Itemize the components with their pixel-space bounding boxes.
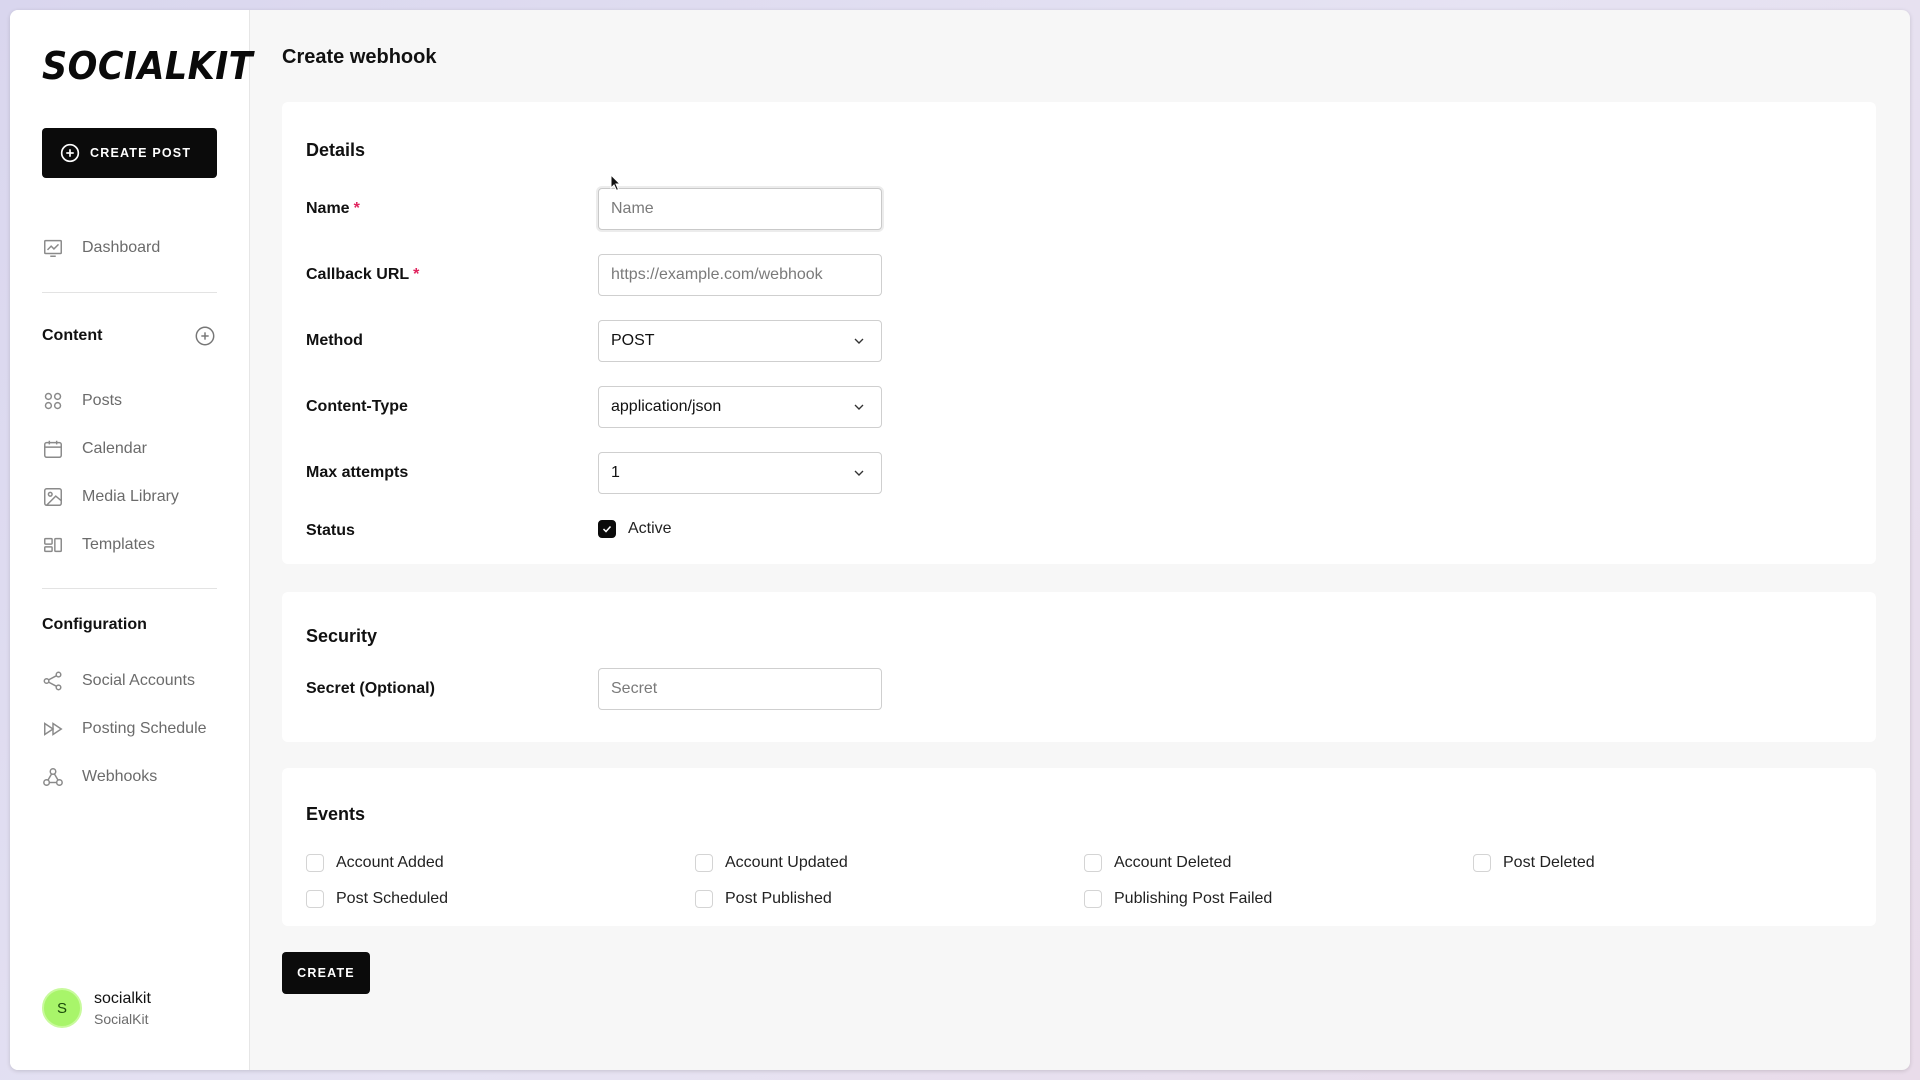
image-icon [44,488,62,506]
chevron-down-icon [854,404,864,410]
share-icon [43,671,62,691]
create-button[interactable]: CREATE [282,952,370,994]
method-label: Method [306,332,363,349]
chart-icon [44,239,62,257]
sidebar-item-webhooks[interactable]: Webhooks [42,766,157,788]
checkbox[interactable] [1084,890,1102,908]
checkbox-label: Account Deleted [1114,854,1232,871]
avatar: S [42,988,82,1028]
event-account-deleted[interactable]: Account Deleted [1084,854,1231,872]
sidebar-item-label: Dashboard [82,239,161,256]
grid-icon [44,392,62,410]
events-card: Events Account Added Account Updated Acc… [282,768,1876,926]
sidebar-item-calendar[interactable]: Calendar [42,438,147,460]
checkbox[interactable] [1084,854,1102,872]
details-title: Details [306,140,366,160]
add-content-icon[interactable] [194,325,216,347]
templates-icon [44,537,62,553]
name-input[interactable] [598,188,882,230]
callback-url-label-text: Callback URL [306,266,410,283]
check-icon [602,525,612,533]
sidebar-divider [42,292,217,293]
method-value: POST [611,332,655,349]
sidebar: SOCIALKIT CREATE POST Dashboard Content … [10,10,253,1070]
method-select[interactable]: POST [598,320,882,362]
events-title: Events [306,804,366,824]
sidebar-item-label: Webhooks [82,768,158,785]
max-attempts-label: Max attempts [306,464,409,481]
sidebar-item-media-library[interactable]: Media Library [42,486,179,508]
checkbox-label: Publishing Post Failed [1114,890,1273,907]
calendar-icon [44,440,62,458]
webhook-icon [43,768,63,786]
name-label: Name * [306,200,360,218]
checkbox[interactable] [598,520,616,538]
user-org: SocialKit [94,1010,149,1027]
required-mark: * [413,266,420,283]
create-post-button[interactable]: CREATE POST [42,128,217,178]
configuration-heading: Configuration [42,616,147,633]
app-logo[interactable]: SOCIALKIT [42,44,253,88]
checkbox-label: Active [628,520,672,537]
required-mark: * [353,200,360,217]
sidebar-item-posts[interactable]: Posts [42,390,122,412]
sidebar-item-social-accounts[interactable]: Social Accounts [42,670,195,692]
event-post-deleted[interactable]: Post Deleted [1473,854,1595,872]
checkbox-label: Post Scheduled [336,890,449,907]
secret-label: Secret (Optional) [306,680,435,697]
name-label-text: Name [306,200,350,217]
content-type-select[interactable]: application/json [598,386,882,428]
checkbox[interactable] [695,890,713,908]
mouse-cursor-icon [610,174,622,192]
max-attempts-value: 1 [611,464,620,481]
event-account-updated[interactable]: Account Updated [695,854,848,872]
content-type-label: Content-Type [306,398,408,415]
checkbox[interactable] [306,890,324,908]
checkbox-label: Account Updated [725,854,848,871]
page-title: Create webhook [282,46,437,68]
content-heading: Content [42,327,103,344]
checkbox-label: Post Deleted [1503,854,1595,871]
callback-url-input[interactable] [598,254,882,296]
create-post-label: CREATE POST [90,146,192,160]
callback-url-label: Callback URL * [306,266,419,284]
chevron-down-icon [854,470,864,476]
secret-input[interactable] [598,668,882,710]
security-card: Security Secret (Optional) [282,592,1876,742]
event-account-added[interactable]: Account Added [306,854,444,872]
content-type-value: application/json [611,398,722,415]
user-profile[interactable]: S socialkit SocialKit [42,988,151,1028]
user-info: socialkit SocialKit [94,990,151,1027]
main-content: Create webhook Details Name* Callback UR… [250,10,1910,1070]
sidebar-item-label: Posting Schedule [82,720,207,737]
sidebar-item-label: Social Accounts [82,672,195,689]
sidebar-item-templates[interactable]: Templates [42,534,155,556]
sidebar-item-dashboard[interactable]: Dashboard [42,237,160,259]
checkbox[interactable] [1473,854,1491,872]
sidebar-item-label: Posts [82,392,123,409]
status-active-checkbox[interactable]: Active [598,520,672,538]
status-label: Status [306,522,355,539]
checkbox-label: Post Published [725,890,832,907]
checkbox[interactable] [306,854,324,872]
fast-forward-icon [44,722,63,736]
checkbox[interactable] [695,854,713,872]
sidebar-item-label: Calendar [82,440,147,457]
details-card: Details Name* Callback URL* Method POST … [282,102,1876,564]
event-post-scheduled[interactable]: Post Scheduled [306,890,448,908]
sidebar-item-label: Templates [82,536,155,553]
plus-circle-icon [60,143,80,163]
sidebar-divider [42,588,217,589]
event-publishing-post-failed[interactable]: Publishing Post Failed [1084,890,1272,908]
sidebar-item-label: Media Library [82,488,179,505]
security-title: Security [306,626,378,646]
user-name: socialkit [94,989,151,1007]
chevron-down-icon [854,338,864,344]
sidebar-item-posting-schedule[interactable]: Posting Schedule [42,718,207,740]
app-window: SOCIALKIT CREATE POST Dashboard Content … [10,10,1910,1070]
max-attempts-select[interactable]: 1 [598,452,882,494]
event-post-published[interactable]: Post Published [695,890,832,908]
checkbox-label: Account Added [336,854,444,871]
